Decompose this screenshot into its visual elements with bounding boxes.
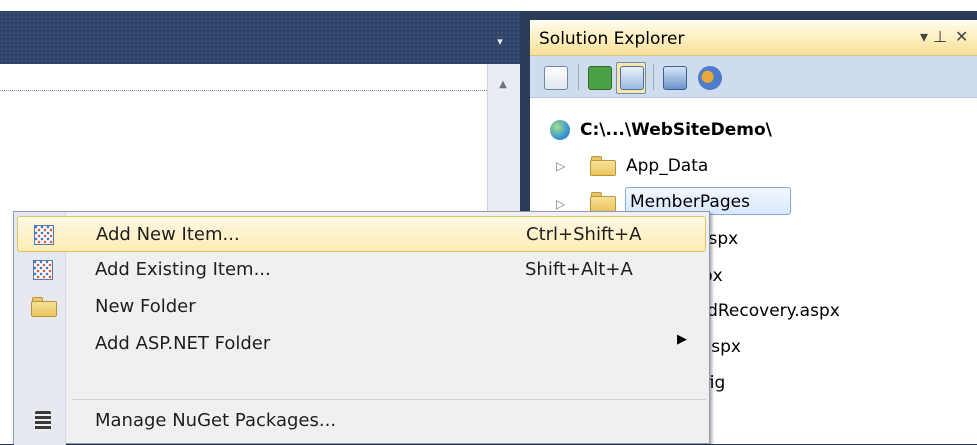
folder-icon (590, 156, 616, 176)
menu-item-shortcut: Shift+Alt+A (525, 259, 633, 280)
pin-icon[interactable]: ▾ ⊥ (920, 27, 947, 46)
menu-item-label: Add New Item... (96, 224, 240, 245)
nuget-icon (35, 411, 51, 431)
aspnet-configuration-icon[interactable] (698, 66, 722, 90)
menu-separator (72, 399, 706, 400)
add-existing-item-icon (33, 260, 53, 280)
context-menu: Add New Item... Ctrl+Shift+A Add Existin… (13, 211, 710, 445)
tree-item-label: ordRecovery.aspx (690, 301, 840, 321)
menu-item-new-folder[interactable]: New Folder (17, 289, 706, 325)
refresh-icon[interactable] (588, 66, 612, 90)
menu-item-add-new-item[interactable]: Add New Item... Ctrl+Shift+A (17, 216, 706, 252)
menu-item-add-aspnet-folder[interactable]: Add ASP.NET Folder ▶ (17, 326, 706, 362)
tab-dropdown-icon[interactable]: ▾ (493, 36, 507, 47)
tree-root-label: C:\...\WebSiteDemo\ (580, 120, 772, 140)
globe-icon (550, 120, 570, 140)
new-folder-icon (31, 297, 57, 317)
menu-item-label: Manage NuGet Packages... (95, 410, 337, 431)
tree-item-label: App_Data (626, 156, 709, 176)
menu-item-label: Add Existing Item... (95, 259, 271, 280)
nest-related-files-icon[interactable] (620, 66, 644, 90)
top-band (0, 0, 977, 11)
toolbar-separator (653, 64, 654, 90)
properties-icon[interactable] (544, 66, 568, 90)
close-icon[interactable]: ✕ (955, 27, 968, 46)
add-new-item-icon (34, 225, 54, 245)
solution-explorer-titlebar: Solution Explorer ▾ ⊥ ✕ (530, 20, 977, 56)
submenu-arrow-icon: ▶ (677, 332, 687, 347)
expand-arrow-icon[interactable]: ▷ (556, 152, 565, 180)
menu-item-add-existing-item[interactable]: Add Existing Item... Shift+Alt+A (17, 252, 706, 288)
solution-explorer-toolbar (530, 56, 977, 98)
document-tab-strip (0, 11, 520, 64)
menu-item-label: New Folder (95, 296, 196, 317)
folder-icon (590, 192, 616, 212)
toolbar-separator (578, 64, 579, 90)
menu-item-label: Add ASP.NET Folder (95, 333, 271, 354)
tree-item-file[interactable]: ordRecovery.aspx (690, 297, 840, 325)
menu-item-shortcut: Ctrl+Shift+A (526, 224, 642, 245)
solution-explorer-title: Solution Explorer (539, 29, 685, 49)
menu-item-manage-nuget[interactable]: Manage NuGet Packages... (17, 403, 706, 439)
view-designer-icon[interactable] (663, 66, 687, 90)
scroll-up-icon[interactable]: ▲ (496, 80, 510, 90)
